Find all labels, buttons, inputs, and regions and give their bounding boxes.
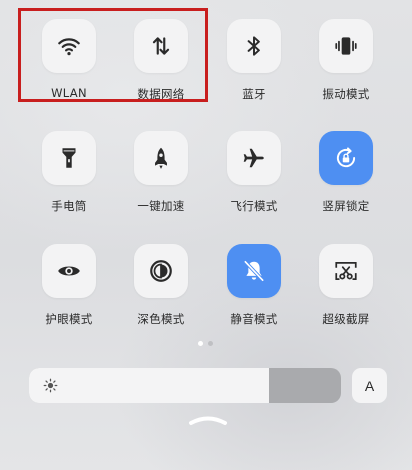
flashlight-icon <box>62 148 76 168</box>
eye-care-label: 护眼模式 <box>45 312 93 326</box>
page-dot-1[interactable] <box>198 341 203 346</box>
rotation-lock-label: 竖屏锁定 <box>322 199 370 213</box>
tile-super-screenshot[interactable]: 超级截屏 <box>301 244 391 327</box>
super-screenshot-button[interactable] <box>319 244 373 298</box>
screenshot-icon <box>335 262 357 280</box>
auto-brightness-label: A <box>364 377 375 394</box>
tile-dark-mode[interactable]: 深色模式 <box>116 244 206 327</box>
tile-vibrate[interactable]: 振动模式 <box>301 19 391 102</box>
silent-label: 静音模式 <box>230 312 278 326</box>
dark-mode-label: 深色模式 <box>137 312 185 326</box>
tile-silent[interactable]: 静音模式 <box>209 244 299 327</box>
rotation-lock-button[interactable] <box>319 131 373 185</box>
eye-care-button[interactable] <box>42 244 96 298</box>
tile-boost[interactable]: 一键加速 <box>116 131 206 214</box>
brightness-fill[interactable] <box>29 368 270 403</box>
bell-mute-icon <box>243 260 265 282</box>
flashlight-button[interactable] <box>42 131 96 185</box>
page-indicator <box>198 341 213 346</box>
vibrate-label: 振动模式 <box>322 87 370 101</box>
dark-mode-icon <box>150 260 172 282</box>
tile-eye-care[interactable]: 护眼模式 <box>24 244 114 327</box>
sun-icon <box>43 378 58 393</box>
highlight-box <box>18 8 208 102</box>
vibrate-icon <box>335 37 357 55</box>
tile-flashlight[interactable]: 手电筒 <box>24 131 114 214</box>
bluetooth-button[interactable] <box>227 19 281 73</box>
tile-bluetooth[interactable]: 蓝牙 <box>209 19 299 102</box>
bluetooth-label: 蓝牙 <box>242 87 266 101</box>
airplane-button[interactable] <box>227 131 281 185</box>
rocket-icon <box>155 147 167 169</box>
flashlight-label: 手电筒 <box>51 199 87 213</box>
super-screenshot-label: 超级截屏 <box>322 312 370 326</box>
tile-airplane[interactable]: 飞行模式 <box>209 131 299 214</box>
eye-icon <box>58 266 80 276</box>
vibrate-button[interactable] <box>319 19 373 73</box>
airplane-label: 飞行模式 <box>230 199 278 213</box>
airplane-icon <box>243 148 264 168</box>
collapse-handle-icon[interactable] <box>188 411 228 427</box>
brightness-slider[interactable] <box>29 368 341 403</box>
silent-button[interactable] <box>227 244 281 298</box>
boost-button[interactable] <box>134 131 188 185</box>
page-dot-2[interactable] <box>208 341 213 346</box>
rotation-lock-icon <box>336 147 356 168</box>
tile-rotation-lock[interactable]: 竖屏锁定 <box>301 131 391 214</box>
dark-mode-button[interactable] <box>134 244 188 298</box>
auto-brightness-button[interactable]: A <box>352 368 387 403</box>
bluetooth-icon <box>247 36 260 56</box>
boost-label: 一键加速 <box>137 199 185 213</box>
